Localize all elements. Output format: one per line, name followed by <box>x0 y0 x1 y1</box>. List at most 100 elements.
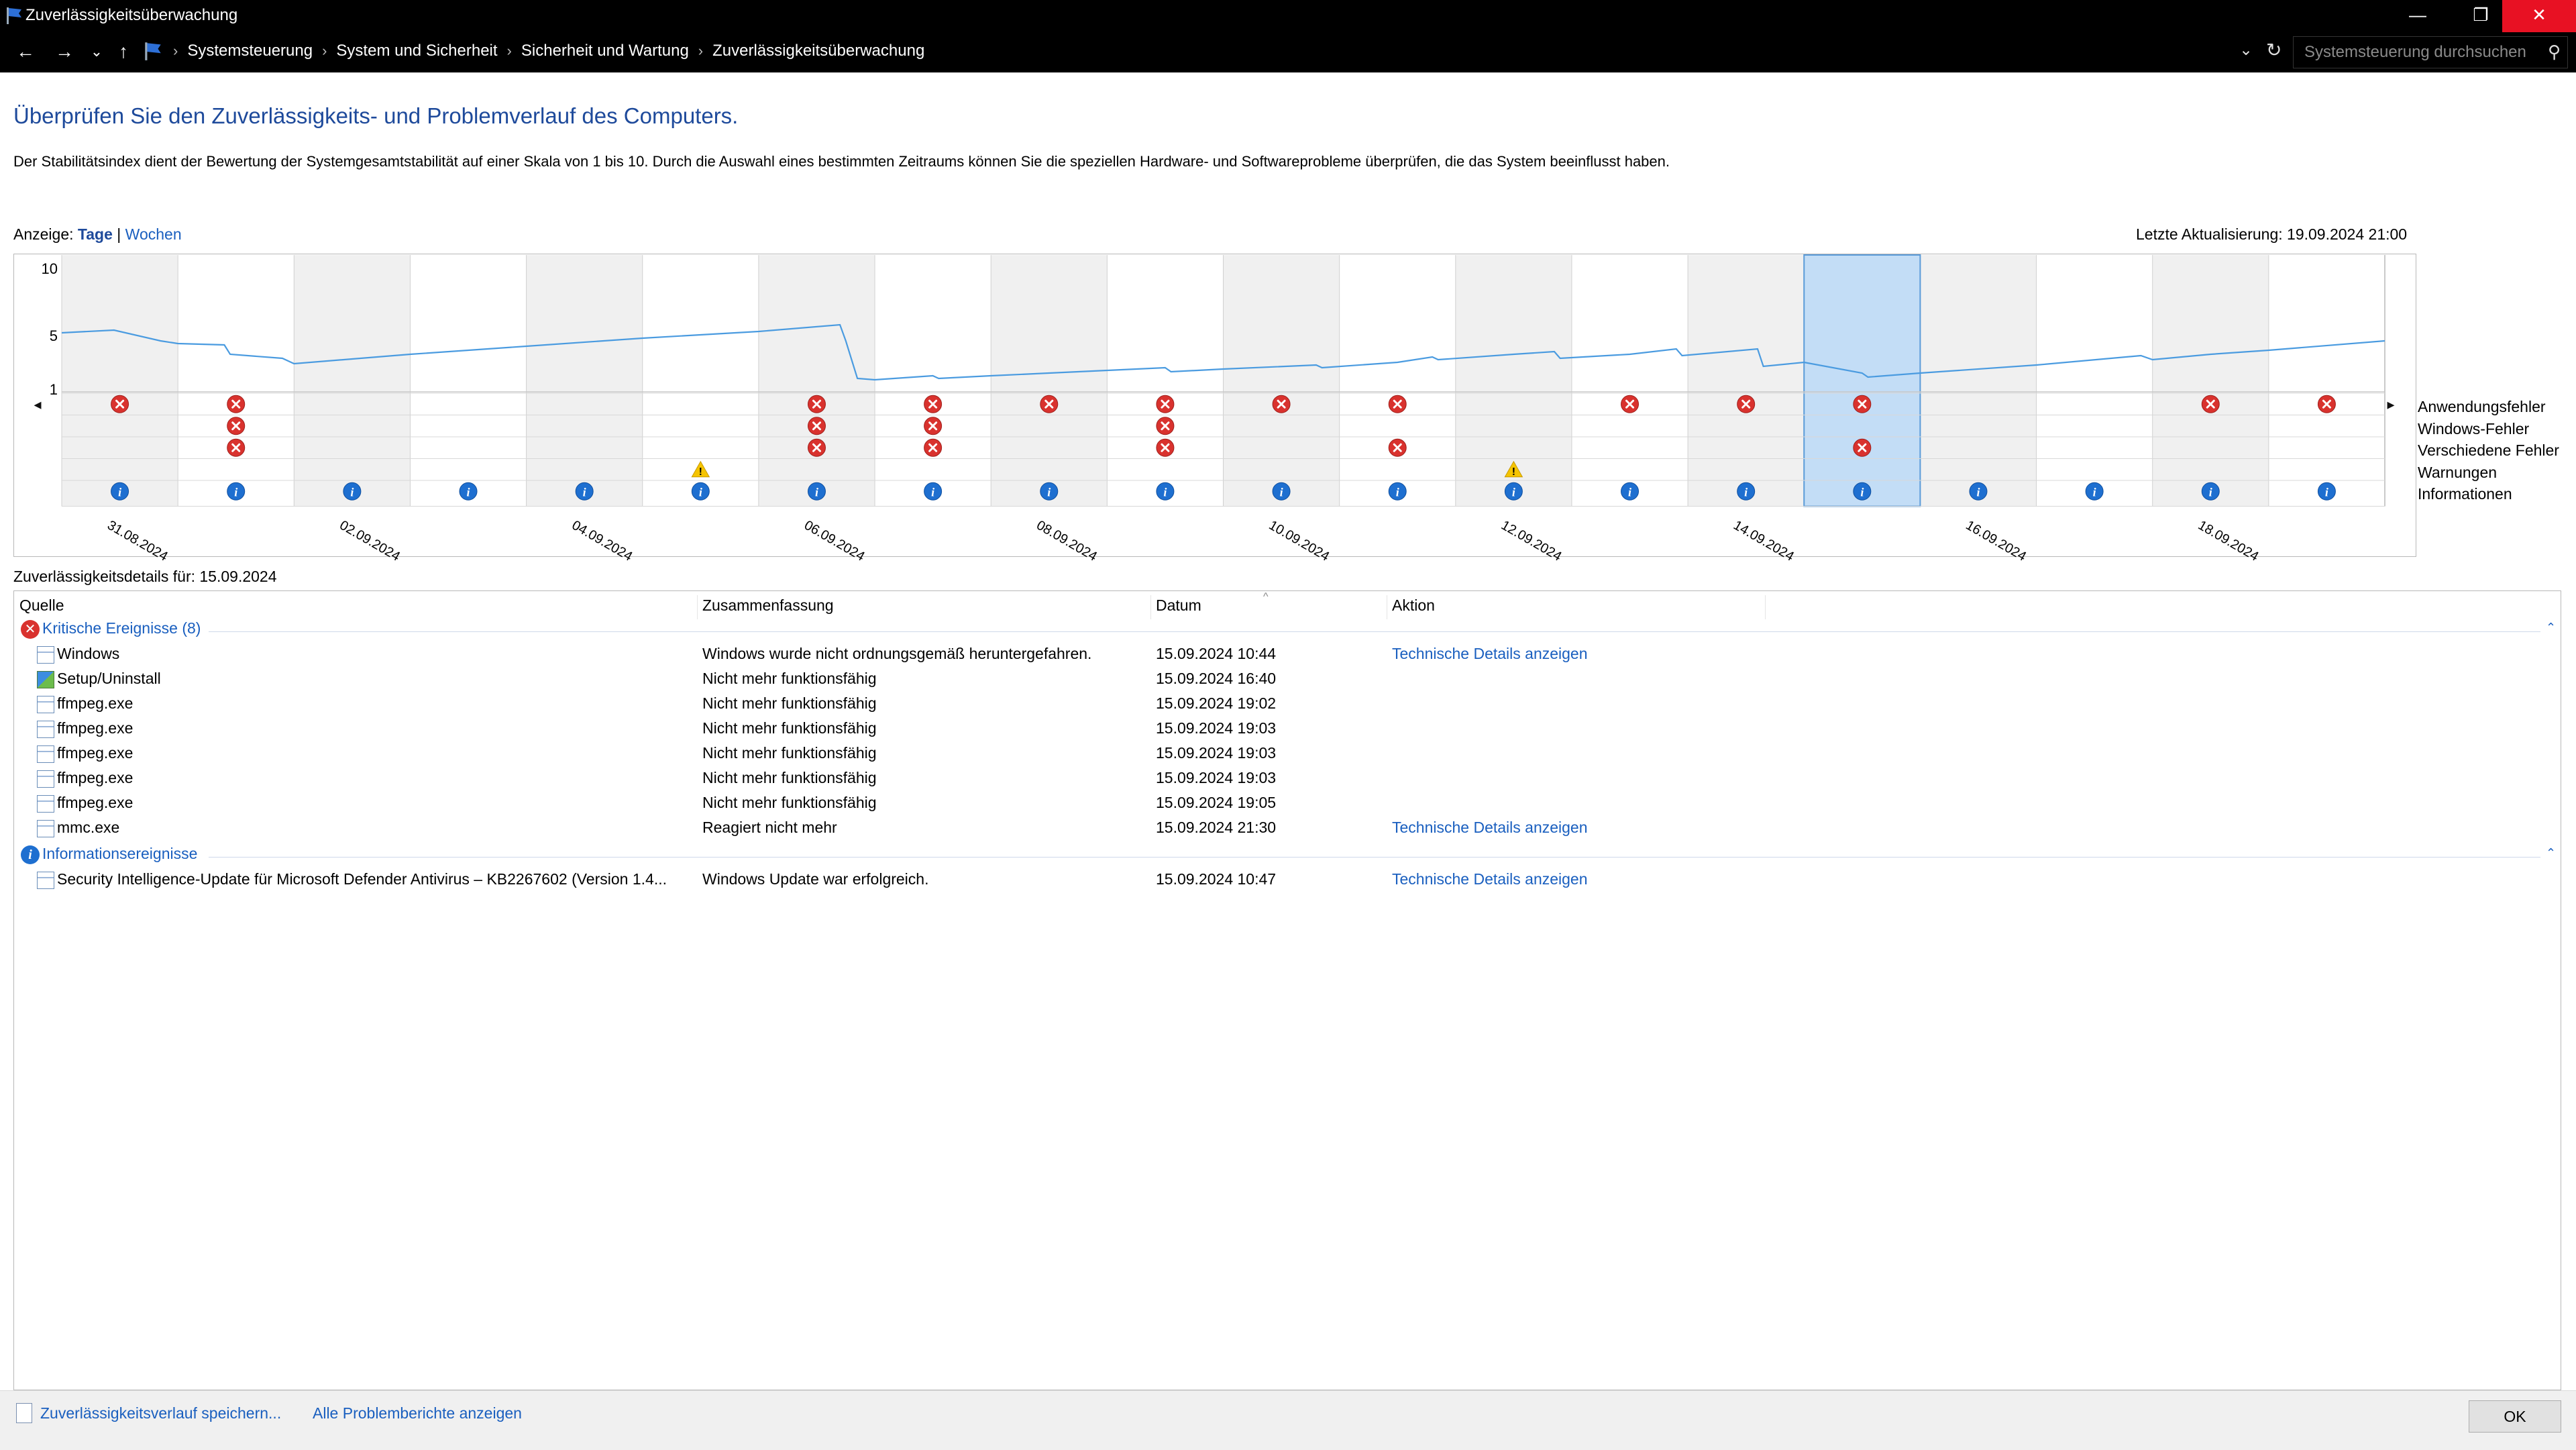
document-icon <box>16 1403 32 1423</box>
warning-icon-glyph: ! <box>699 466 702 478</box>
column-header-summary[interactable]: Zusammenfassung <box>702 597 834 619</box>
warning-icon-glyph: ! <box>1512 466 1515 478</box>
cell-date: 15.09.2024 19:05 <box>1156 794 1277 811</box>
collapse-icon[interactable]: ⌃ <box>2546 621 2556 635</box>
footer: Zuverlässigkeitsverlauf speichern... All… <box>0 1390 2576 1450</box>
day-column[interactable] <box>1920 255 2037 507</box>
technical-details-link[interactable]: Technische Details anzeigen <box>1392 870 1588 888</box>
details-list: Quelle Zusammenfassung Datum ^ Aktion ✕ K… <box>13 590 2561 1390</box>
day-column[interactable] <box>526 255 643 507</box>
day-column[interactable] <box>178 255 294 507</box>
info-icon-glyph: i <box>583 485 586 499</box>
collapse-icon[interactable]: ⌃ <box>2546 846 2556 860</box>
column-header-date[interactable]: Datum <box>1156 597 1201 619</box>
info-icon-glyph: i <box>1280 485 1283 499</box>
day-column[interactable] <box>991 255 1108 507</box>
save-history-link[interactable]: Zuverlässigkeitsverlauf speichern... <box>40 1404 281 1422</box>
column-header-source[interactable]: Quelle <box>19 597 64 619</box>
group-divider <box>209 631 2540 632</box>
scroll-left-icon[interactable]: ◂ <box>14 255 61 554</box>
cell-summary: Nicht mehr funktionsfähig <box>702 769 877 786</box>
info-icon-glyph: i <box>1628 485 1631 499</box>
cell-date: 15.09.2024 10:44 <box>1156 645 1277 662</box>
all-reports-link[interactable]: Alle Problemberichte anzeigen <box>313 1404 522 1422</box>
cell-summary: Windows wurde nicht ordnungsgemäß herunt… <box>702 645 1092 662</box>
cell-source: ffmpeg.exe <box>37 744 133 763</box>
cell-source: Windows <box>37 645 119 664</box>
x-tick-label: 06.09.2024 <box>802 518 867 564</box>
info-icon-glyph: i <box>234 485 237 499</box>
cell-summary: Nicht mehr funktionsfähig <box>702 694 877 712</box>
cell-source: ffmpeg.exe <box>37 769 133 788</box>
info-icon-glyph: i <box>2093 485 2096 499</box>
cell-date: 15.09.2024 19:03 <box>1156 719 1277 737</box>
row-label-warnings: Warnungen <box>2418 463 2498 481</box>
column-divider[interactable] <box>1765 595 1766 619</box>
scroll-right-icon[interactable]: ▸ <box>2367 255 2414 554</box>
column-divider[interactable] <box>1150 595 1151 619</box>
source-text: Security Intelligence-Update für Microso… <box>57 870 667 888</box>
row-label-app-errors: Anwendungsfehler <box>2418 398 2546 415</box>
table-row[interactable]: ffmpeg.exe Nicht mehr funktionsfähig 15.09… <box>14 766 2557 790</box>
error-icon: ✕ <box>21 619 40 639</box>
table-row[interactable]: ffmpeg.exe Nicht mehr funktionsfähig 15.09… <box>14 716 2557 740</box>
column-header-action[interactable]: Aktion <box>1392 597 1435 619</box>
day-column[interactable] <box>1804 255 1921 507</box>
info-icon-glyph: i <box>1512 485 1515 499</box>
info-icon-glyph: i <box>1976 485 1980 499</box>
table-row[interactable]: Setup/Uninstall Nicht mehr funktionsfähig… <box>14 666 2557 690</box>
source-text: Setup/Uninstall <box>57 670 161 687</box>
table-row[interactable]: Windows Windows wurde nicht ordnungsgemäß… <box>14 641 2557 666</box>
row-label-windows-errors: Windows-Fehler <box>2418 419 2530 437</box>
x-tick-label: 18.09.2024 <box>2196 518 2261 564</box>
table-row[interactable]: Security Intelligence-Update für Microso… <box>14 867 2557 891</box>
ok-button[interactable]: OK <box>2469 1400 2561 1433</box>
x-tick-label: 16.09.2024 <box>1963 518 2029 564</box>
cell-date: 15.09.2024 16:40 <box>1156 670 1277 687</box>
source-text: ffmpeg.exe <box>57 719 133 737</box>
technical-details-link[interactable]: Technische Details anzeigen <box>1392 645 1588 663</box>
reliability-chart[interactable]: 1051! !i i i i i i i i i i i i i i i i i i i i31.08.2024 02.0… <box>0 0 2576 564</box>
info-icon-glyph: i <box>1396 485 1399 499</box>
day-column[interactable] <box>1107 255 1224 507</box>
day-column[interactable] <box>62 255 178 507</box>
table-row[interactable]: mmc.exe Reagiert nicht mehr 15.09.2024 21:… <box>14 815 2557 839</box>
cell-summary: Windows Update war erfolgreich. <box>702 870 929 888</box>
day-column[interactable] <box>2152 255 2269 507</box>
day-column[interactable] <box>758 255 875 507</box>
day-column[interactable] <box>1223 255 1340 507</box>
application-icon <box>37 645 54 664</box>
day-column[interactable] <box>1339 255 1456 507</box>
table-row[interactable]: ffmpeg.exe Nicht mehr funktionsfähig 15.09… <box>14 691 2557 715</box>
x-tick-label: 02.09.2024 <box>337 518 402 564</box>
group-critical-label[interactable]: Kritische Ereignisse (8) <box>42 619 201 637</box>
group-info-events[interactable]: i Informationsereignisse <box>21 845 197 864</box>
group-info-label[interactable]: Informationsereignisse <box>42 845 197 862</box>
application-icon <box>37 794 54 813</box>
cell-source: ffmpeg.exe <box>37 694 133 713</box>
table-row[interactable]: ffmpeg.exe Nicht mehr funktionsfähig 15.09… <box>14 741 2557 765</box>
technical-details-link[interactable]: Technische Details anzeigen <box>1392 819 1588 837</box>
source-text: ffmpeg.exe <box>57 794 133 811</box>
day-column[interactable] <box>2036 255 2153 507</box>
info-icon-glyph: i <box>699 485 702 499</box>
day-column[interactable] <box>410 255 527 507</box>
info-icon-glyph: i <box>350 485 354 499</box>
cell-date: 15.09.2024 19:03 <box>1156 769 1277 786</box>
day-column[interactable] <box>294 255 411 507</box>
table-row[interactable]: ffmpeg.exe Nicht mehr funktionsfähig 15.09… <box>14 790 2557 815</box>
cell-date: 15.09.2024 10:47 <box>1156 870 1277 888</box>
column-divider[interactable] <box>697 595 698 619</box>
day-column[interactable] <box>1688 255 1805 507</box>
source-text: Windows <box>57 645 120 662</box>
x-tick-label: 14.09.2024 <box>1731 518 1796 564</box>
day-column[interactable] <box>875 255 991 507</box>
group-critical-events[interactable]: ✕ Kritische Ereignisse (8) <box>21 619 201 639</box>
info-icon-glyph: i <box>467 485 470 499</box>
row-label-information: Informationen <box>2418 485 2512 503</box>
day-column[interactable] <box>1571 255 1688 507</box>
x-tick-label: 31.08.2024 <box>105 518 170 564</box>
x-tick-label: 12.09.2024 <box>1499 518 1564 564</box>
cell-summary: Reagiert nicht mehr <box>702 819 837 836</box>
application-icon <box>37 745 54 763</box>
